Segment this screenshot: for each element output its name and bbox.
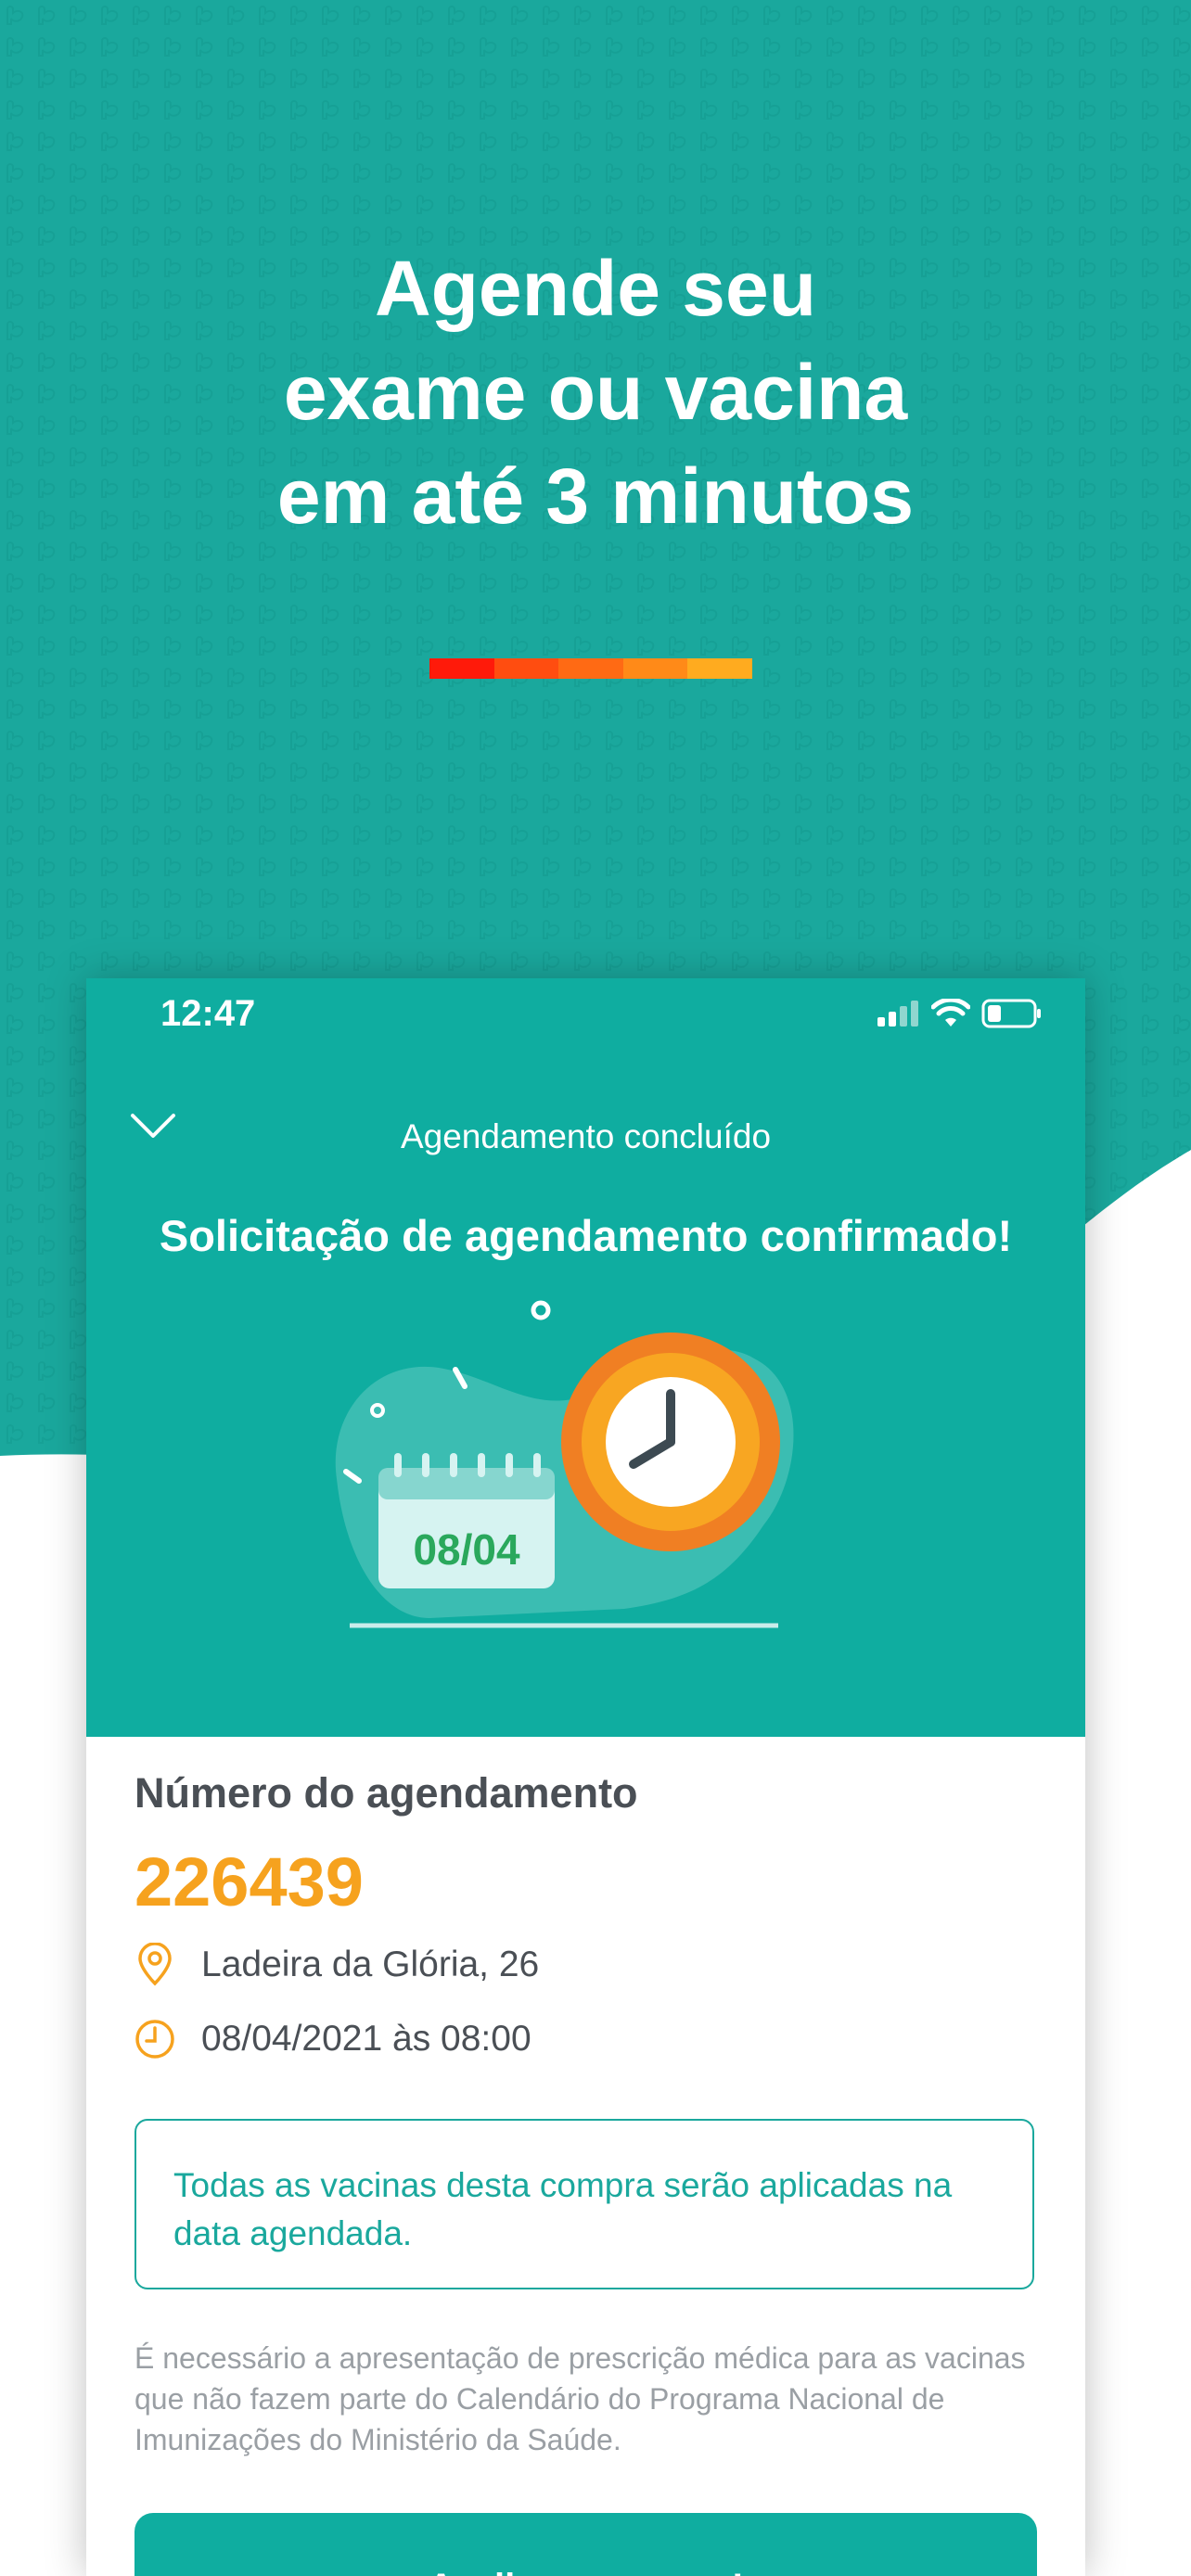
datetime-text: 08/04/2021 às 08:00 <box>201 2019 531 2059</box>
headline-line-2: exame ou vacina <box>283 349 908 436</box>
status-time: 12:47 <box>160 993 256 1034</box>
accent-bar-segment <box>622 658 688 679</box>
vaccine-notice-text: Todas as vacinas desta compra serão apli… <box>173 2166 953 2252</box>
rate-app-button[interactable]: Avalie nosso app! <box>134 2513 1037 2576</box>
clock-icon <box>135 2020 174 2059</box>
vaccine-notice: Todas as vacinas desta compra serão apli… <box>134 2119 1034 2289</box>
booking-number: 226439 <box>134 1843 364 1920</box>
address-text: Ladeira da Glória, 26 <box>201 1945 540 1984</box>
calendar-clock-illustration: 08/04 <box>318 1294 856 1702</box>
battery-icon <box>981 999 1041 1028</box>
phone-screen: 12:47 Agendamento concluído Solicitação … <box>86 978 1085 2576</box>
accent-bar <box>429 658 752 679</box>
location-pin-icon <box>138 1943 172 1986</box>
datetime-row: 08/04/2021 às 08:00 <box>134 2017 531 2061</box>
headline-line-3: em até 3 minutos <box>276 453 915 540</box>
booking-number-label: Número do agendamento <box>134 1769 638 1817</box>
accent-bar-segment <box>429 658 494 679</box>
headline-line-1: Agende seu <box>374 245 817 332</box>
accent-bar-segment <box>558 658 623 679</box>
hero-headline: Agende seu exame ou vacina em até 3 minu… <box>0 236 1191 548</box>
calendar-date: 08/04 <box>413 1525 520 1574</box>
accent-bar-segment <box>493 658 559 679</box>
signal-icon <box>877 1001 918 1027</box>
confirmation-title: Solicitação de agendamento confirmado! <box>159 1211 1013 1260</box>
accent-bar-segment <box>687 658 752 679</box>
wifi-icon <box>931 999 970 1027</box>
status-icons <box>876 999 1043 1028</box>
address-row: Ladeira da Glória, 26 <box>134 1943 539 1987</box>
prescription-note: É necessário a apresentação de prescriçã… <box>134 2341 1026 2456</box>
nav-title: Agendamento concluído <box>400 1117 772 1155</box>
